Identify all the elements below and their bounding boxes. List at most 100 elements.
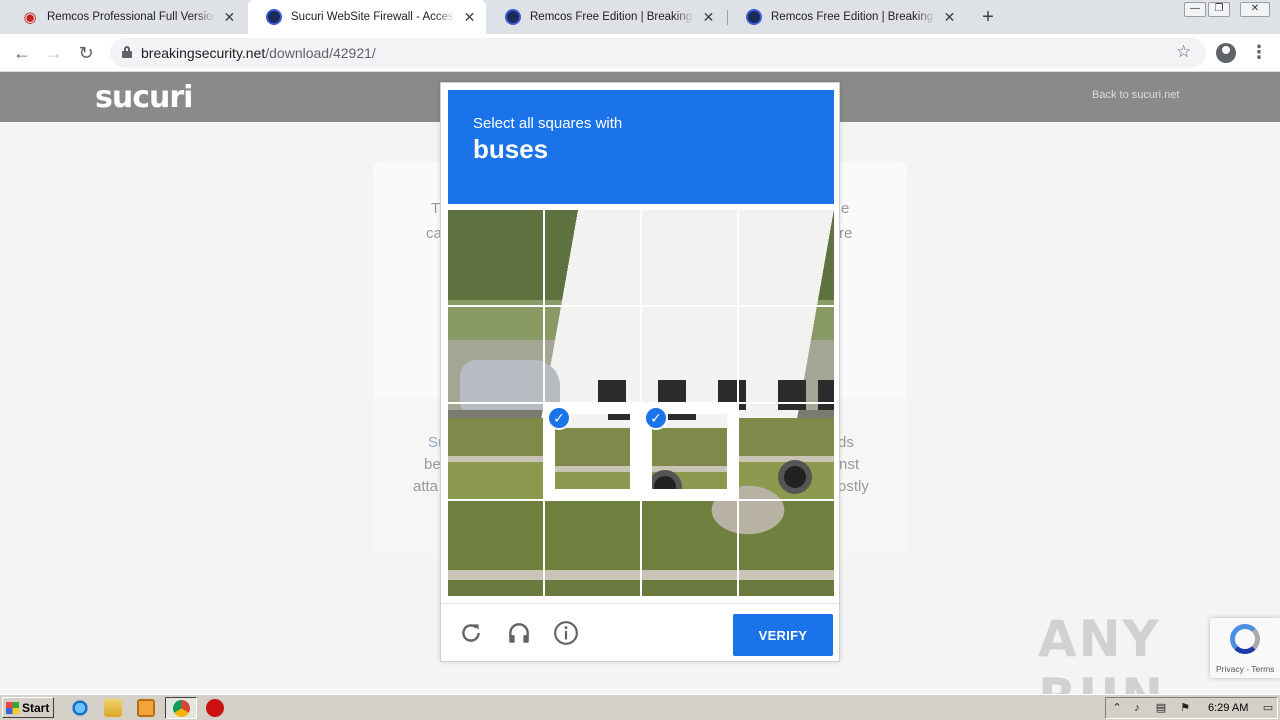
url-host: breakingsecurity.net [141,45,266,61]
bus-shape [739,340,834,402]
action-center-flag-icon[interactable]: ⚑ [1178,702,1192,715]
image-tile[interactable] [545,501,640,596]
image-tile[interactable] [739,307,834,402]
tile-image [448,404,543,499]
tile-image [642,307,737,402]
close-window-button[interactable]: ✕ [1240,2,1270,17]
tray-expand-icon[interactable]: ⌃ [1110,702,1124,715]
image-tile[interactable] [448,210,543,305]
opera-icon[interactable] [206,699,224,717]
start-button[interactable]: Start [2,697,54,718]
tab-title: Remcos Free Edition | BreakingSecurity [530,11,694,23]
browser-toolbar: ← → ↻ breakingsecurity.net/download/4292… [0,34,1280,72]
profile-avatar-icon[interactable] [1216,43,1236,63]
system-tray: ⌃ ♪ ▤ ⚑ 6:29 AM ▭ [1105,697,1278,719]
map-pin-icon: ◉ [23,9,37,26]
tab-title: Remcos Professional Full Version Downloa… [47,11,215,23]
bus-shape [739,404,834,499]
chrome-taskbar-button[interactable] [165,697,197,719]
new-tab-button[interactable]: + [978,6,998,29]
tile-image [642,210,737,305]
recaptcha-challenge: Select all squares with buses ✓ ✓ VERIFY [440,82,840,662]
obscured-text: atta [413,478,439,495]
verify-button[interactable]: VERIFY [733,614,833,656]
tile-image [739,307,834,402]
reload-icon[interactable]: ↻ [75,42,97,64]
url-path: /download/42921/ [265,45,376,61]
challenge-instruction: Select all squares with [473,115,623,132]
restore-button[interactable]: ❐ [1208,2,1230,17]
back-arrow-icon[interactable]: ← [11,42,33,64]
tab-remcos-free-2[interactable]: Remcos Free Edition | BreakingSecurity ✕ [728,0,966,34]
tile-image [739,501,834,596]
info-icon[interactable] [553,620,579,646]
image-tile[interactable] [448,307,543,402]
breakingsecurity-icon [266,9,282,25]
clock: 6:29 AM [1208,702,1249,714]
bus-shape [555,414,630,489]
tile-image [448,501,543,596]
image-tile[interactable] [448,501,543,596]
show-desktop-icon[interactable]: ▭ [1261,702,1275,715]
image-tile[interactable] [545,307,640,402]
image-tile[interactable] [739,501,834,596]
close-icon[interactable]: ✕ [702,9,715,26]
close-icon[interactable]: ✕ [463,9,476,26]
breakingsecurity-icon [505,9,521,25]
url-text[interactable]: breakingsecurity.net/download/42921/ [141,45,376,61]
chrome-icon [173,700,190,717]
tile-image [739,210,834,305]
address-bar[interactable]: breakingsecurity.net/download/42921/ ☆ [110,38,1206,68]
image-tile[interactable] [642,307,737,402]
bookmark-star-icon[interactable]: ☆ [1176,42,1191,62]
tab-title: Remcos Free Edition | BreakingSecurity [771,11,935,23]
tile-image [545,307,640,402]
challenge-header: Select all squares with buses [448,90,834,204]
image-tile[interactable] [642,501,737,596]
obscured-text: T [431,200,441,217]
folder-icon[interactable] [104,699,122,717]
image-tile[interactable] [448,404,543,499]
obscured-text: be [424,456,441,473]
tile-image [545,210,640,305]
close-icon[interactable]: ✕ [943,9,956,26]
network-icon[interactable]: ▤ [1154,702,1168,715]
image-tile[interactable] [739,210,834,305]
tile-image [642,501,737,596]
tile-image [739,404,834,499]
image-tile[interactable]: ✓ [642,404,737,499]
image-tile[interactable] [642,210,737,305]
challenge-target: buses [473,134,549,164]
audio-headphones-icon[interactable] [506,620,532,646]
tab-remcos-professional[interactable]: ◉ Remcos Professional Full Version Downl… [4,0,246,34]
tab-strip: ◉ Remcos Professional Full Version Downl… [0,0,1280,34]
windows-flag-icon [6,701,19,714]
volume-icon[interactable]: ♪ [1130,702,1144,715]
menu-kebab-icon[interactable]: ⋮ [1250,42,1268,62]
close-icon[interactable]: ✕ [223,9,236,26]
back-to-sucuri-link[interactable]: Back to sucuri.net [1092,89,1179,101]
lock-icon [122,46,132,58]
tab-sucuri-firewall[interactable]: Sucuri WebSite Firewall - Access Denied … [248,0,486,34]
bus-shape [642,340,737,402]
tile-image [545,501,640,596]
start-label: Start [22,700,50,715]
reload-icon[interactable] [458,620,484,646]
tab-remcos-free-1[interactable]: Remcos Free Edition | BreakingSecurity ✕ [487,0,725,34]
obscured-text: ds [838,434,854,451]
obscured-text: ostly [838,478,869,495]
image-tile[interactable] [739,404,834,499]
internet-explorer-icon[interactable] [71,699,89,717]
media-player-icon[interactable] [137,699,155,717]
image-tile-grid: ✓ ✓ [448,210,834,596]
minimize-button[interactable]: — [1184,2,1206,17]
image-tile[interactable]: ✓ [545,404,640,499]
challenge-footer: VERIFY [441,603,839,661]
breakingsecurity-icon [746,9,762,25]
image-tile[interactable] [545,210,640,305]
sucuri-logo[interactable]: sucuri [95,80,193,115]
forward-arrow-icon[interactable]: → [43,42,65,64]
tile-image [448,210,543,305]
checkmark-icon: ✓ [547,406,571,430]
tab-title: Sucuri WebSite Firewall - Access Denied [291,11,455,23]
